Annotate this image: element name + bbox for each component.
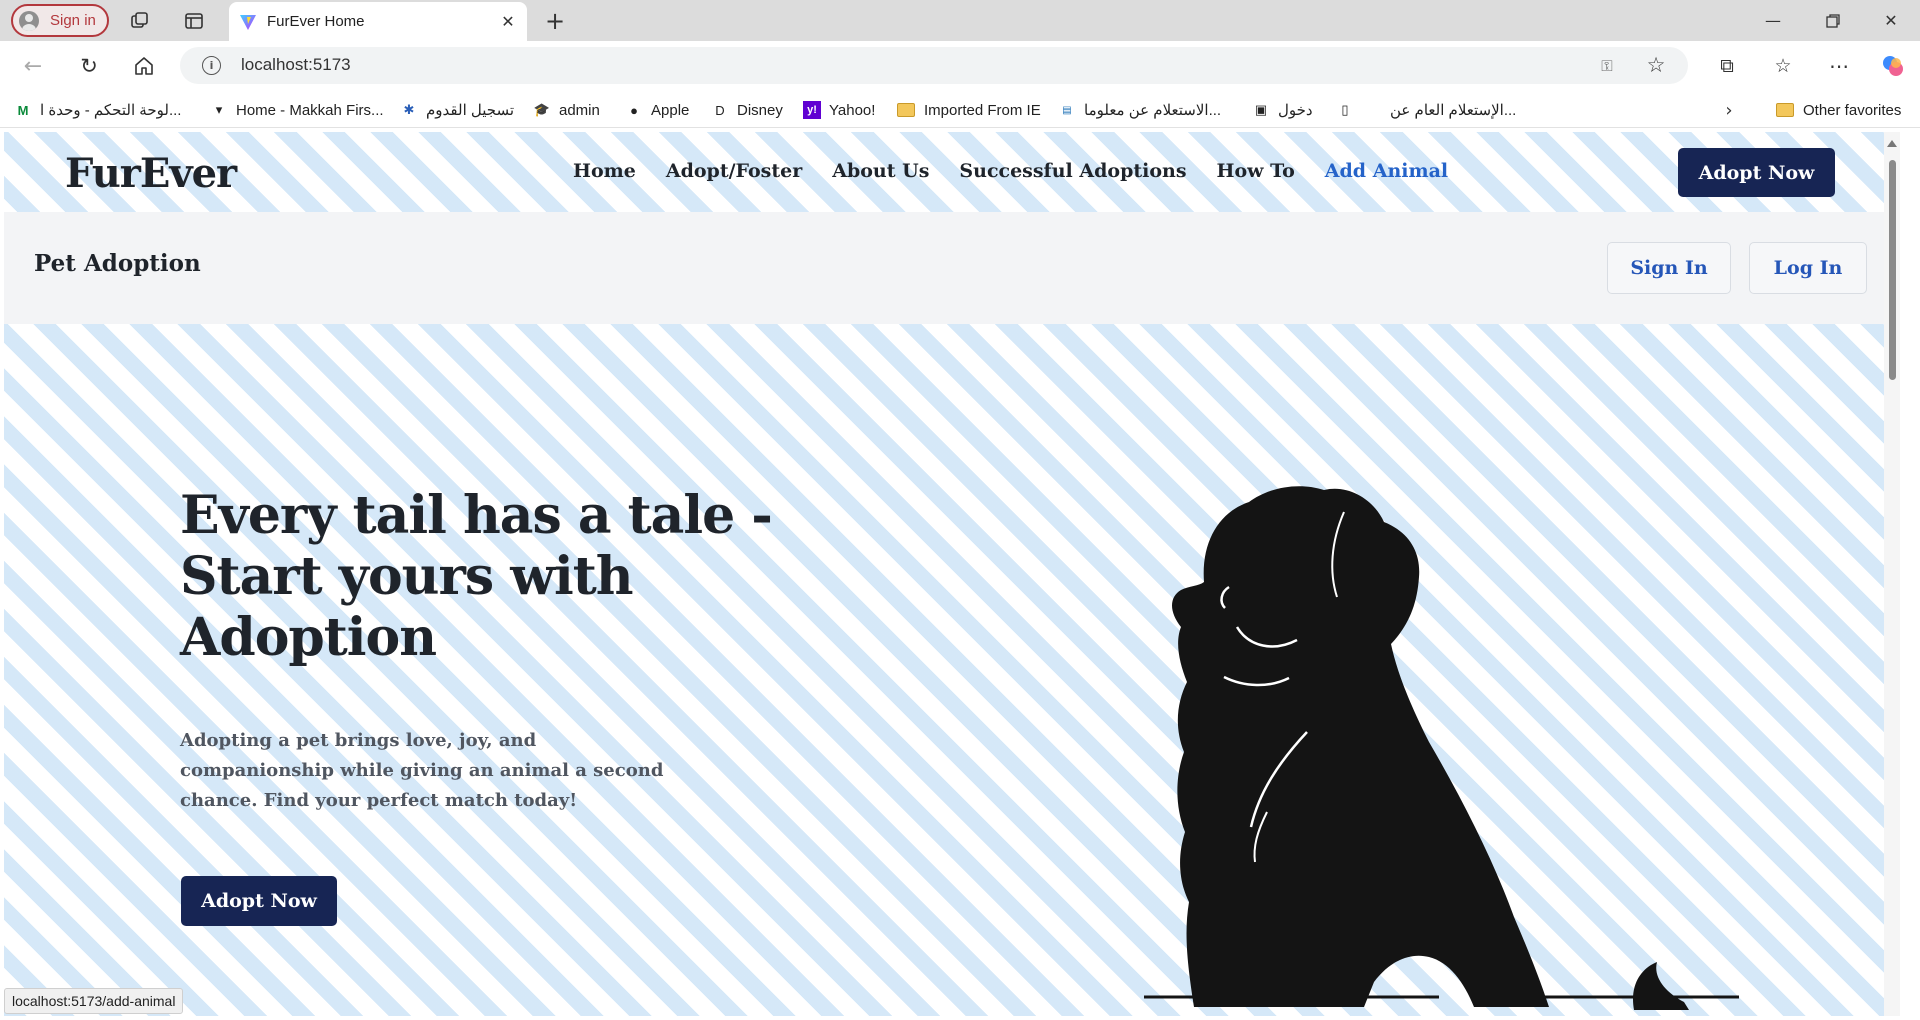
extensions-icon[interactable]: ⧉ (1714, 53, 1740, 79)
site-info-icon[interactable]: i (202, 56, 221, 75)
chevron-right-icon[interactable]: › (1718, 99, 1740, 121)
sign-in-button[interactable]: Sign In (1607, 242, 1731, 294)
restore-icon[interactable] (1804, 0, 1862, 41)
sub-header-title: Pet Adoption (34, 250, 201, 277)
home-icon[interactable] (131, 53, 157, 79)
copilot-icon[interactable] (1880, 53, 1906, 79)
folder-icon (1776, 103, 1794, 117)
hero-title-line: Adoption (180, 607, 437, 668)
bookmark-label: Apple (651, 101, 690, 119)
close-window-icon[interactable]: ✕ (1862, 0, 1920, 41)
browser-toolbar: ← ↻ i localhost:5173 ⚿ ☆ ⧉ ☆ ⋯ (0, 41, 1920, 91)
hero-title-line: Start yours with (180, 546, 634, 607)
hero-adopt-now-button[interactable]: Adopt Now (181, 876, 337, 926)
address-bar[interactable]: i localhost:5173 ⚿ ☆ (180, 47, 1688, 84)
avatar-icon (19, 11, 39, 31)
bookmark-label: الإستعلام العام عن... (1390, 102, 1517, 119)
profile-label: Sign in (50, 12, 96, 29)
site-icon: ▤ (1062, 104, 1072, 116)
new-tab-icon[interactable]: + (542, 7, 568, 35)
main-nav: Home Adopt/Foster About Us Successful Ad… (573, 160, 1448, 182)
page-viewport: FurEver Home Adopt/Foster About Us Succe… (4, 132, 1900, 1016)
browser-tab-bar: Sign in FurEver Home ✕ + — ✕ (0, 0, 1920, 41)
favorite-star-icon[interactable]: ☆ (1644, 53, 1668, 77)
image-icon: ▣ (1254, 102, 1268, 117)
site-logo[interactable]: FurEver (65, 150, 237, 197)
bookmark-label: Imported From IE (924, 101, 1041, 119)
back-arrow-icon[interactable]: ← (20, 53, 46, 79)
bookmark-label: Disney (737, 101, 783, 119)
bookmark-apple[interactable]: ● Apple (625, 99, 689, 121)
active-tab[interactable]: FurEver Home ✕ (229, 2, 527, 41)
bookmark-makkah[interactable]: ▾ Home - Makkah Firs... (210, 99, 384, 121)
nav-home[interactable]: Home (573, 160, 636, 182)
bookmark-label: Home - Makkah Firs... (236, 101, 384, 119)
bookmarks-bar: M لوحة التحكم - وحدة ا... ▾ Home - Makka… (0, 91, 1920, 128)
page-icon: ▯ (1341, 102, 1349, 117)
hero-title: Every tail has a tale - Start yours with… (180, 485, 800, 668)
refresh-icon[interactable]: ↻ (76, 53, 102, 79)
bookmark-label: لوحة التحكم - وحدة ا... (40, 102, 182, 119)
nav-adopt-now-button[interactable]: Adopt Now (1678, 148, 1835, 197)
url-text: localhost:5173 (241, 55, 351, 74)
tab-title: FurEver Home (267, 13, 365, 30)
favorites-icon[interactable]: ☆ (1770, 53, 1796, 79)
gmail-icon: M (17, 102, 29, 118)
link-status-url: localhost:5173/add-animal (4, 988, 184, 1014)
nav-about-us[interactable]: About Us (832, 160, 929, 182)
hero-description: Adopting a pet brings love, joy, and com… (180, 730, 664, 811)
site-icon: ▾ (215, 102, 223, 117)
disney-icon: D (715, 102, 725, 118)
bookmark-label: تسجيل القدوم (426, 102, 515, 119)
bookmark-label: Yahoo! (829, 101, 876, 119)
bookmark-general-inquiry[interactable]: ▯ الإستعلام العام عن... (1336, 99, 1516, 121)
page-scrollbar[interactable] (1884, 132, 1900, 1016)
sub-header: Pet Adoption Sign In Log In (4, 212, 1884, 324)
scrollbar-thumb[interactable] (1889, 160, 1896, 380)
password-key-icon[interactable]: ⚿ (1596, 55, 1618, 77)
graduation-cap-icon: 🎓 (533, 102, 551, 117)
log-in-button[interactable]: Log In (1749, 242, 1867, 294)
dog-silhouette-illustration (1144, 486, 1739, 1010)
bookmark-admin[interactable]: 🎓 admin (533, 99, 600, 121)
minimize-icon[interactable]: — (1744, 0, 1802, 41)
bookmark-label: الاستعلام عن معلوما... (1084, 102, 1222, 119)
nav-adopt-foster[interactable]: Adopt/Foster (666, 160, 802, 182)
bookmark-label: admin (559, 101, 600, 119)
apple-icon: ● (630, 102, 638, 118)
hero-title-line: Every tail has a tale - (180, 485, 773, 546)
bookmark-label: دخول (1278, 102, 1313, 119)
bookmark-inquiry[interactable]: ▤ الاستعلام عن معلوما... (1058, 99, 1221, 121)
site-navbar: FurEver Home Adopt/Foster About Us Succe… (4, 132, 1884, 212)
yahoo-icon: y! (803, 101, 821, 119)
nav-successful-adoptions[interactable]: Successful Adoptions (959, 160, 1186, 182)
bookmark-dashboard[interactable]: M لوحة التحكم - وحدة ا... (14, 99, 182, 121)
folder-icon (897, 103, 915, 117)
workspaces-icon[interactable] (127, 9, 153, 33)
scroll-up-arrow-icon[interactable] (1887, 140, 1897, 147)
more-menu-icon[interactable]: ⋯ (1826, 53, 1852, 79)
nav-how-to[interactable]: How To (1217, 160, 1295, 182)
profile-button[interactable]: Sign in (11, 4, 109, 37)
bookmark-label: Other favorites (1803, 101, 1902, 119)
nav-add-animal[interactable]: Add Animal (1325, 160, 1448, 182)
close-tab-icon[interactable]: ✕ (497, 10, 519, 32)
bookmark-yahoo[interactable]: y! Yahoo! (803, 99, 875, 121)
bookmark-other-favorites[interactable]: Other favorites (1776, 99, 1901, 121)
vertical-tabs-icon[interactable] (181, 9, 207, 33)
bookmark-disney[interactable]: D Disney (711, 99, 783, 121)
bookmark-folder-ie[interactable]: Imported From IE (897, 99, 1041, 121)
site-icon: ✱ (403, 102, 415, 117)
bookmark-login[interactable]: ▣ دخول (1252, 99, 1313, 121)
bookmark-checkin[interactable]: ✱ تسجيل القدوم (400, 99, 514, 121)
vite-favicon-icon (240, 15, 256, 30)
